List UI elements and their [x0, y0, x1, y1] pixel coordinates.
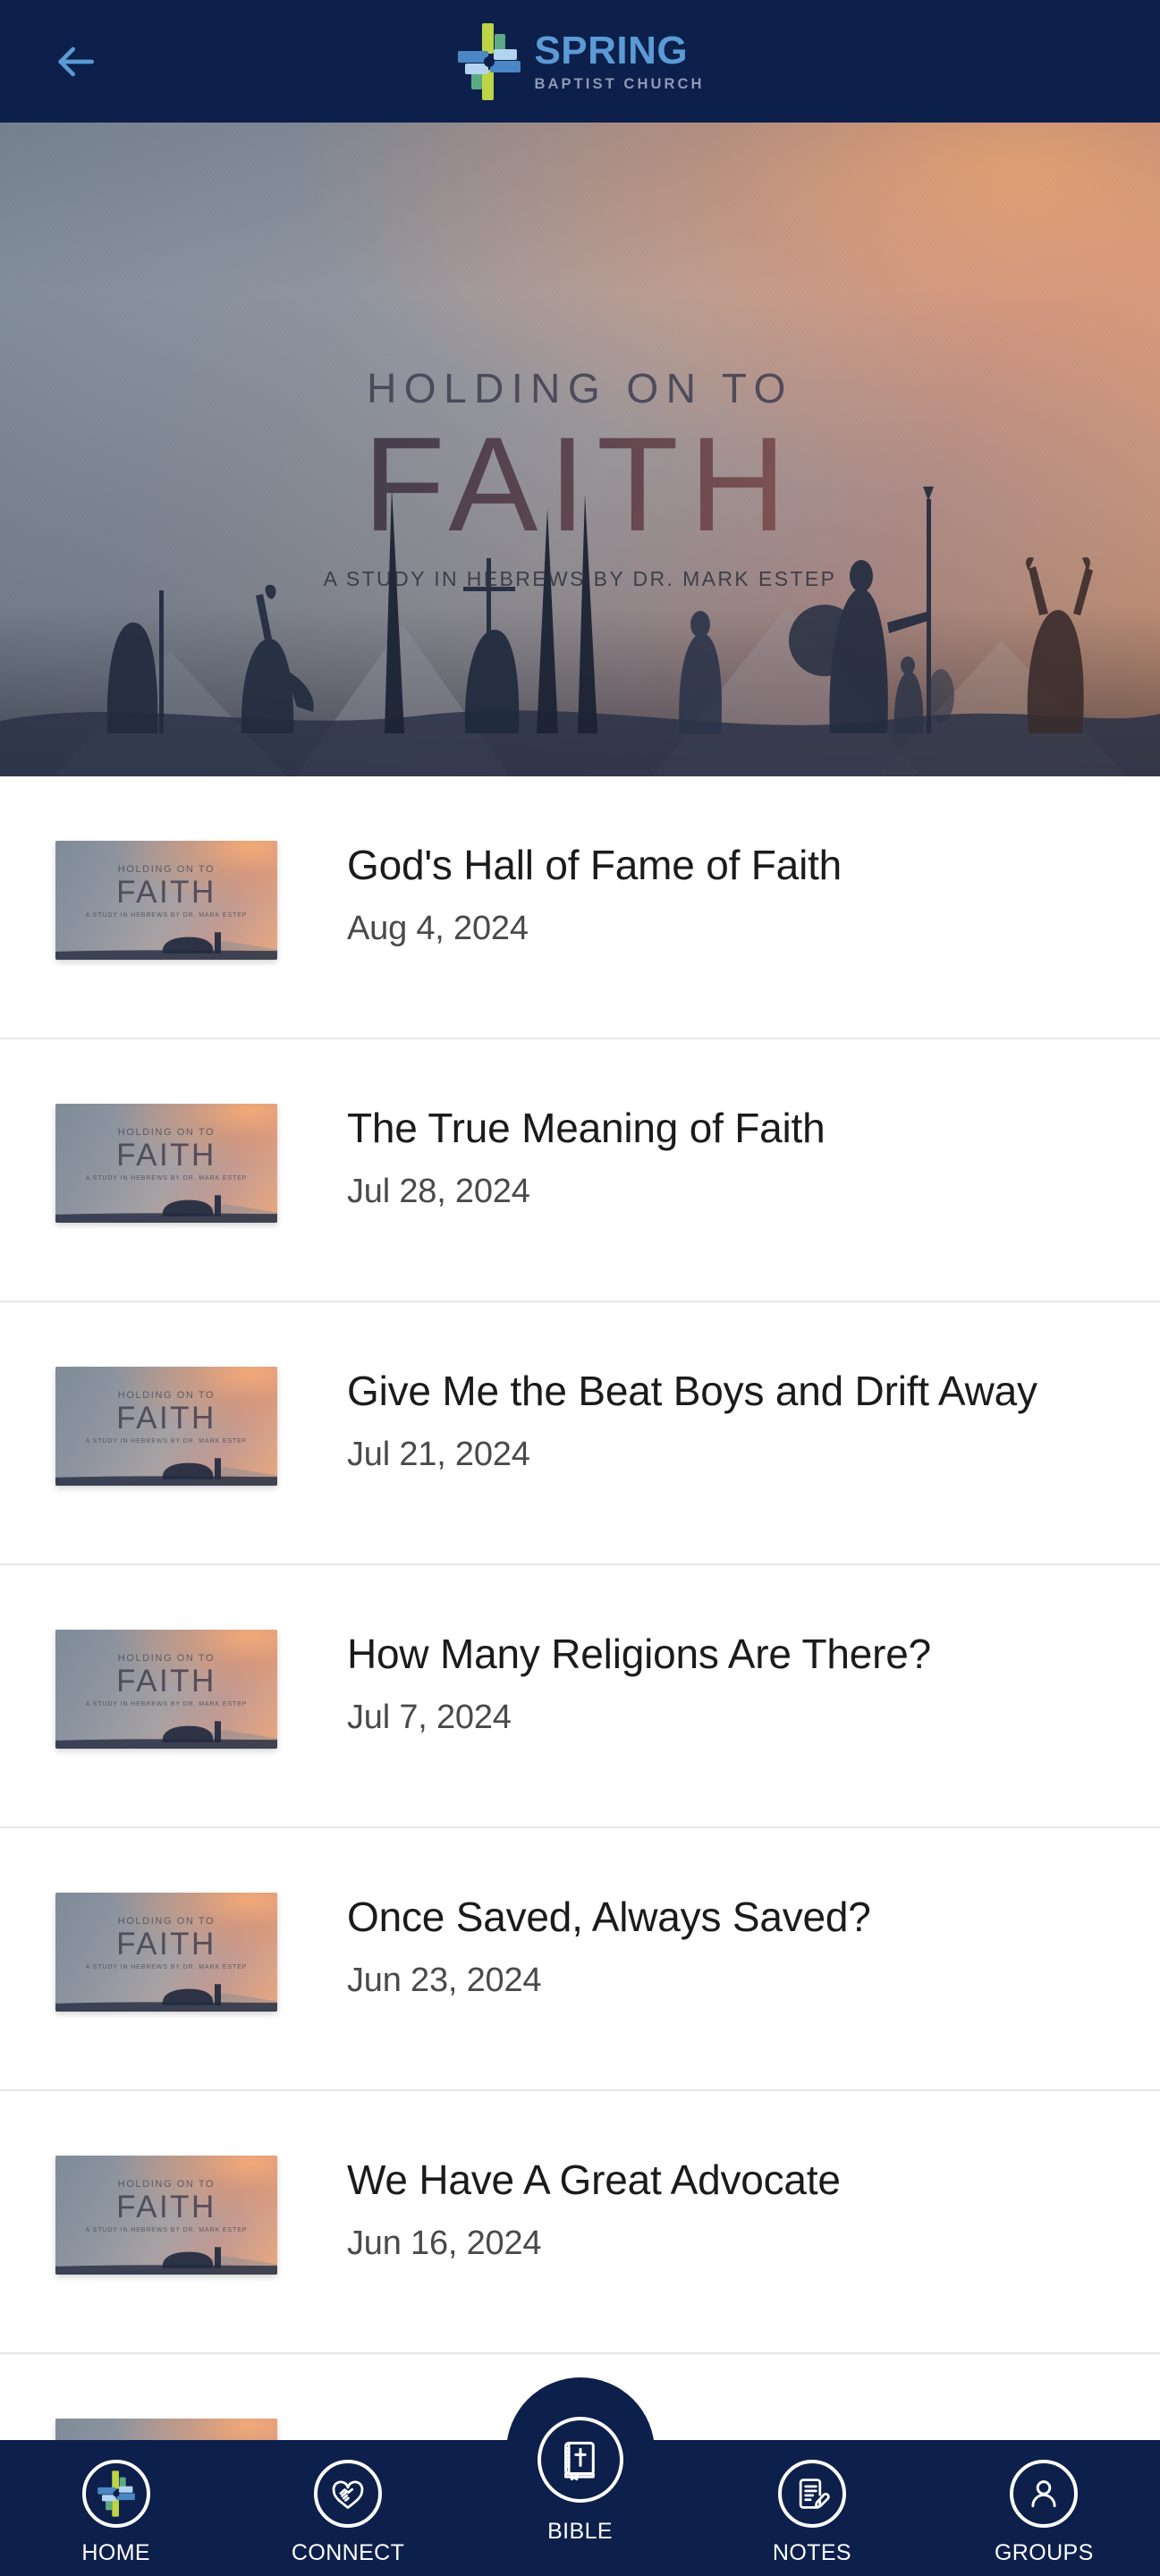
brand-subtitle: BAPTIST CHURCH — [534, 75, 705, 92]
nav-item-notes[interactable]: NOTES — [696, 2440, 927, 2576]
sermon-thumbnail: HOLDING ON TO FAITH A STUDY IN HEBREWS B… — [55, 1630, 277, 1749]
nav-label-bible: BIBLE — [547, 2519, 613, 2544]
sermon-title: How Many Religions Are There? — [347, 1631, 932, 1677]
back-arrow-icon — [50, 37, 100, 87]
sermon-date: Jul 21, 2024 — [347, 1435, 530, 1473]
thumbnail-kicker: HOLDING ON TO — [117, 1653, 216, 1664]
sermon-thumbnail: HOLDING ON TO FAITH A STUDY IN HEBREWS B… — [55, 841, 277, 960]
nav-item-bible[interactable]: BIBLE — [464, 2377, 696, 2576]
thumbnail-silhouette-figures — [55, 1984, 277, 2012]
nav-label-connect: CONNECT — [291, 2540, 405, 2565]
thumbnail-kicker: HOLDING ON TO — [117, 1916, 216, 1927]
sermon-date: Jul 7, 2024 — [347, 1698, 512, 1736]
hero-subtitle: A STUDY IN HEBREWS BY DR. MARK ESTEP — [323, 567, 837, 590]
sermon-date: Aug 4, 2024 — [347, 909, 529, 947]
thumbnail-kicker: HOLDING ON TO — [117, 864, 216, 875]
sermon-thumbnail: HOLDING ON TO FAITH A STUDY IN HEBREWS B… — [55, 1893, 277, 2012]
nav-item-connect[interactable]: CONNECT — [232, 2440, 463, 2576]
thumbnail-silhouette-figures — [55, 2247, 277, 2275]
sermon-date: Jun 23, 2024 — [347, 1961, 542, 1999]
sermon-thumbnail: HOLDING ON TO FAITH A STUDY IN HEBREWS B… — [55, 2156, 277, 2275]
brand-name: SPRING — [534, 28, 689, 72]
bottom-navigation-bar: HOME CONNECT BIBLE NOTES GROUPS — [0, 2377, 1160, 2576]
brand-logo: SPRING BAPTIST CHURCH — [455, 21, 704, 102]
hero-banner: HOLDING ON TO FAITH A STUDY IN HEBREWS B… — [0, 123, 1160, 776]
sermon-title: Give Me the Beat Boys and Drift Away — [347, 1368, 1037, 1414]
sermon-title: We Have A Great Advocate — [347, 2157, 841, 2203]
sermon-list[interactable]: HOLDING ON TO FAITH A STUDY IN HEBREWS B… — [0, 776, 1160, 2442]
hero-title: FAITH — [0, 416, 1160, 553]
sermon-date: Jul 28, 2024 — [347, 1172, 530, 1210]
sermon-title: God's Hall of Fame of Faith — [347, 842, 842, 888]
thumbnail-silhouette-figures — [55, 1458, 277, 1486]
sermon-thumbnail: HOLDING ON TO FAITH A STUDY IN HEBREWS B… — [55, 2419, 277, 2442]
thumbnail-kicker: HOLDING ON TO — [117, 1390, 216, 1401]
thumbnail-silhouette-figures — [55, 1721, 277, 1749]
nav-item-groups[interactable]: GROUPS — [928, 2440, 1160, 2576]
sermon-list-item[interactable]: HOLDING ON TO FAITH A STUDY IN HEBREWS B… — [0, 776, 1160, 1039]
hero-text-block: HOLDING ON TO FAITH A STUDY IN HEBREWS B… — [0, 364, 1160, 591]
sermon-list-item[interactable]: HOLDING ON TO FAITH A STUDY IN HEBREWS B… — [0, 1565, 1160, 1828]
spring-cross-logo-icon — [81, 2460, 150, 2528]
sermon-list-item[interactable]: HOLDING ON TO FAITH A STUDY IN HEBREWS B… — [0, 1302, 1160, 1565]
thumbnail-silhouette-figures — [55, 1195, 277, 1223]
sermon-title: Once Saved, Always Saved? — [347, 1894, 871, 1940]
nav-label-home: HOME — [81, 2540, 150, 2565]
thumbnail-kicker: HOLDING ON TO — [117, 1127, 216, 1138]
nav-label-groups: GROUPS — [994, 2540, 1094, 2565]
nav-label-notes: NOTES — [772, 2540, 851, 2565]
nav-item-home[interactable]: HOME — [0, 2440, 232, 2576]
hero-kicker: HOLDING ON TO — [367, 365, 793, 411]
sermon-title: The True Meaning of Faith — [347, 1105, 826, 1151]
sermon-thumbnail: HOLDING ON TO FAITH A STUDY IN HEBREWS B… — [55, 1104, 277, 1223]
sermon-list-item[interactable]: HOLDING ON TO FAITH A STUDY IN HEBREWS B… — [0, 1039, 1160, 1302]
bible-book-cross-icon — [537, 2417, 623, 2503]
thumbnail-kicker: HOLDING ON TO — [117, 2179, 216, 2190]
sermon-thumbnail: HOLDING ON TO FAITH A STUDY IN HEBREWS B… — [55, 1367, 277, 1486]
sermon-list-item[interactable]: HOLDING ON TO FAITH A STUDY IN HEBREWS B… — [0, 1828, 1160, 2091]
spring-cross-logo-icon — [455, 21, 521, 102]
app-header: SPRING BAPTIST CHURCH — [0, 0, 1160, 123]
person-icon — [1010, 2460, 1079, 2528]
sermon-date: Jun 16, 2024 — [347, 2224, 542, 2262]
thumbnail-silhouette-figures — [55, 932, 277, 960]
handshake-heart-icon — [314, 2460, 383, 2528]
sermon-list-item[interactable]: HOLDING ON TO FAITH A STUDY IN HEBREWS B… — [0, 2091, 1160, 2354]
thumbnail-artwork — [55, 2419, 277, 2442]
back-button[interactable] — [43, 30, 107, 94]
note-pencil-icon — [777, 2460, 846, 2528]
